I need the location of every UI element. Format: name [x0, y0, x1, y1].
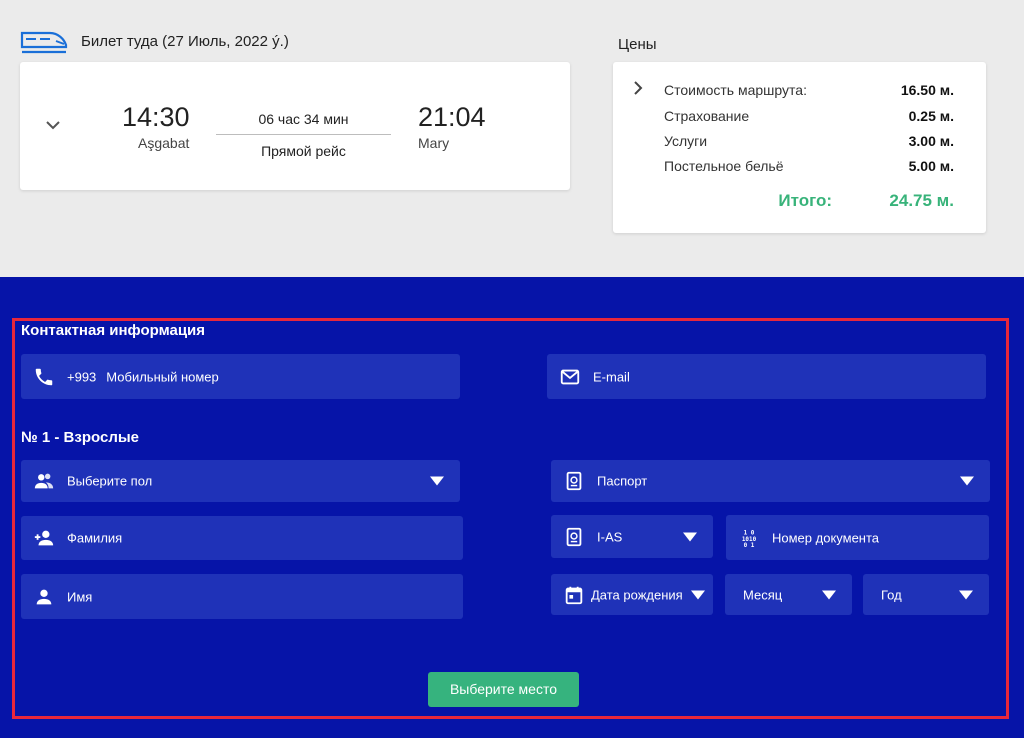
caret-down-icon — [691, 590, 705, 599]
person-icon — [36, 589, 52, 604]
gender-select[interactable]: Выберите пол — [21, 460, 460, 502]
total-label: Итого: — [778, 191, 832, 210]
document-number-input[interactable]: 1 0 1010 0 1 Номер документа — [726, 515, 989, 560]
passport-icon — [566, 471, 582, 491]
name-placeholder: Имя — [67, 589, 93, 604]
route-divider — [216, 134, 391, 135]
departure-time: 14:30 — [122, 102, 190, 132]
document-series-select[interactable]: I-AS — [551, 515, 713, 558]
caret-down-icon — [960, 476, 974, 486]
train-icon — [20, 31, 68, 54]
prices-card: Стоимость маршрута: 16.50 м. Страхование… — [613, 62, 986, 233]
caret-down-icon — [430, 476, 444, 486]
birth-date-value: Дата рождения — [591, 587, 683, 602]
mail-icon — [560, 369, 580, 384]
people-icon — [34, 473, 54, 489]
document-series-value: I-AS — [597, 529, 623, 544]
year-value: Год — [881, 587, 902, 602]
numbers-icon: 1 0 1010 0 1 — [742, 529, 757, 549]
departure-city: Aşgabat — [138, 135, 190, 151]
price-amount: 0.25 м. — [908, 108, 954, 124]
email-input[interactable]: E-mail — [547, 354, 986, 399]
email-placeholder: E-mail — [593, 369, 630, 384]
prices-title: Цены — [618, 36, 657, 53]
phone-input[interactable]: +993 Мобильный номер — [21, 354, 460, 399]
price-amount: 3.00 м. — [908, 133, 954, 149]
caret-down-icon — [683, 532, 697, 541]
price-label: Услуги — [664, 133, 708, 149]
svg-text:0 1: 0 1 — [744, 542, 755, 549]
passport-icon — [566, 527, 582, 546]
trip-duration: 06 час 34 мин — [258, 111, 349, 127]
document-type-select[interactable]: Паспорт — [551, 460, 990, 502]
total-amount: 24.75 м. — [889, 191, 954, 210]
choose-seat-button[interactable]: Выберите место — [428, 672, 579, 707]
price-amount: 16.50 м. — [900, 82, 954, 98]
gender-value: Выберите пол — [67, 473, 153, 489]
price-label: Страхование — [664, 108, 750, 124]
add-person-icon — [34, 530, 54, 546]
phone-placeholder: Мобильный номер — [106, 369, 219, 384]
contact-title: Контактная информация — [21, 322, 206, 339]
phone-icon — [35, 368, 53, 385]
price-label: Стоимость маршрута: — [664, 82, 807, 98]
chevron-down-icon[interactable] — [42, 114, 64, 136]
calendar-icon — [565, 586, 583, 604]
surname-placeholder: Фамилия — [67, 530, 123, 546]
caret-down-icon — [822, 590, 836, 599]
passenger-title: № 1 - Взрослые — [21, 429, 140, 446]
chevron-right-icon[interactable] — [631, 79, 645, 97]
ticket-title: Билет туда (27 Июль, 2022 ý.) — [81, 33, 289, 50]
document-number-placeholder: Номер документа — [772, 530, 880, 545]
surname-input[interactable]: Фамилия — [21, 516, 463, 560]
arrival-time: 21:04 — [418, 102, 486, 132]
name-input[interactable]: Имя — [21, 574, 463, 619]
birth-date-select[interactable]: Дата рождения — [551, 574, 713, 615]
month-value: Месяц — [743, 587, 783, 602]
year-select[interactable]: Год — [863, 574, 989, 615]
trip-card: 14:30 Aşgabat 06 час 34 мин Прямой рейс … — [20, 62, 570, 190]
document-type-value: Паспорт — [597, 473, 648, 489]
price-amount: 5.00 м. — [908, 158, 954, 174]
month-select[interactable]: Месяц — [725, 574, 852, 615]
passenger-form: Контактная информация +993 Мобильный номе… — [0, 277, 1024, 738]
phone-prefix: +993 — [67, 369, 97, 384]
price-label: Постельное бельё — [664, 158, 784, 174]
phone-field-text: +993 Мобильный номер — [67, 369, 219, 384]
arrival-city: Mary — [418, 135, 450, 151]
route-type: Прямой рейс — [261, 143, 346, 159]
caret-down-icon — [959, 590, 973, 599]
